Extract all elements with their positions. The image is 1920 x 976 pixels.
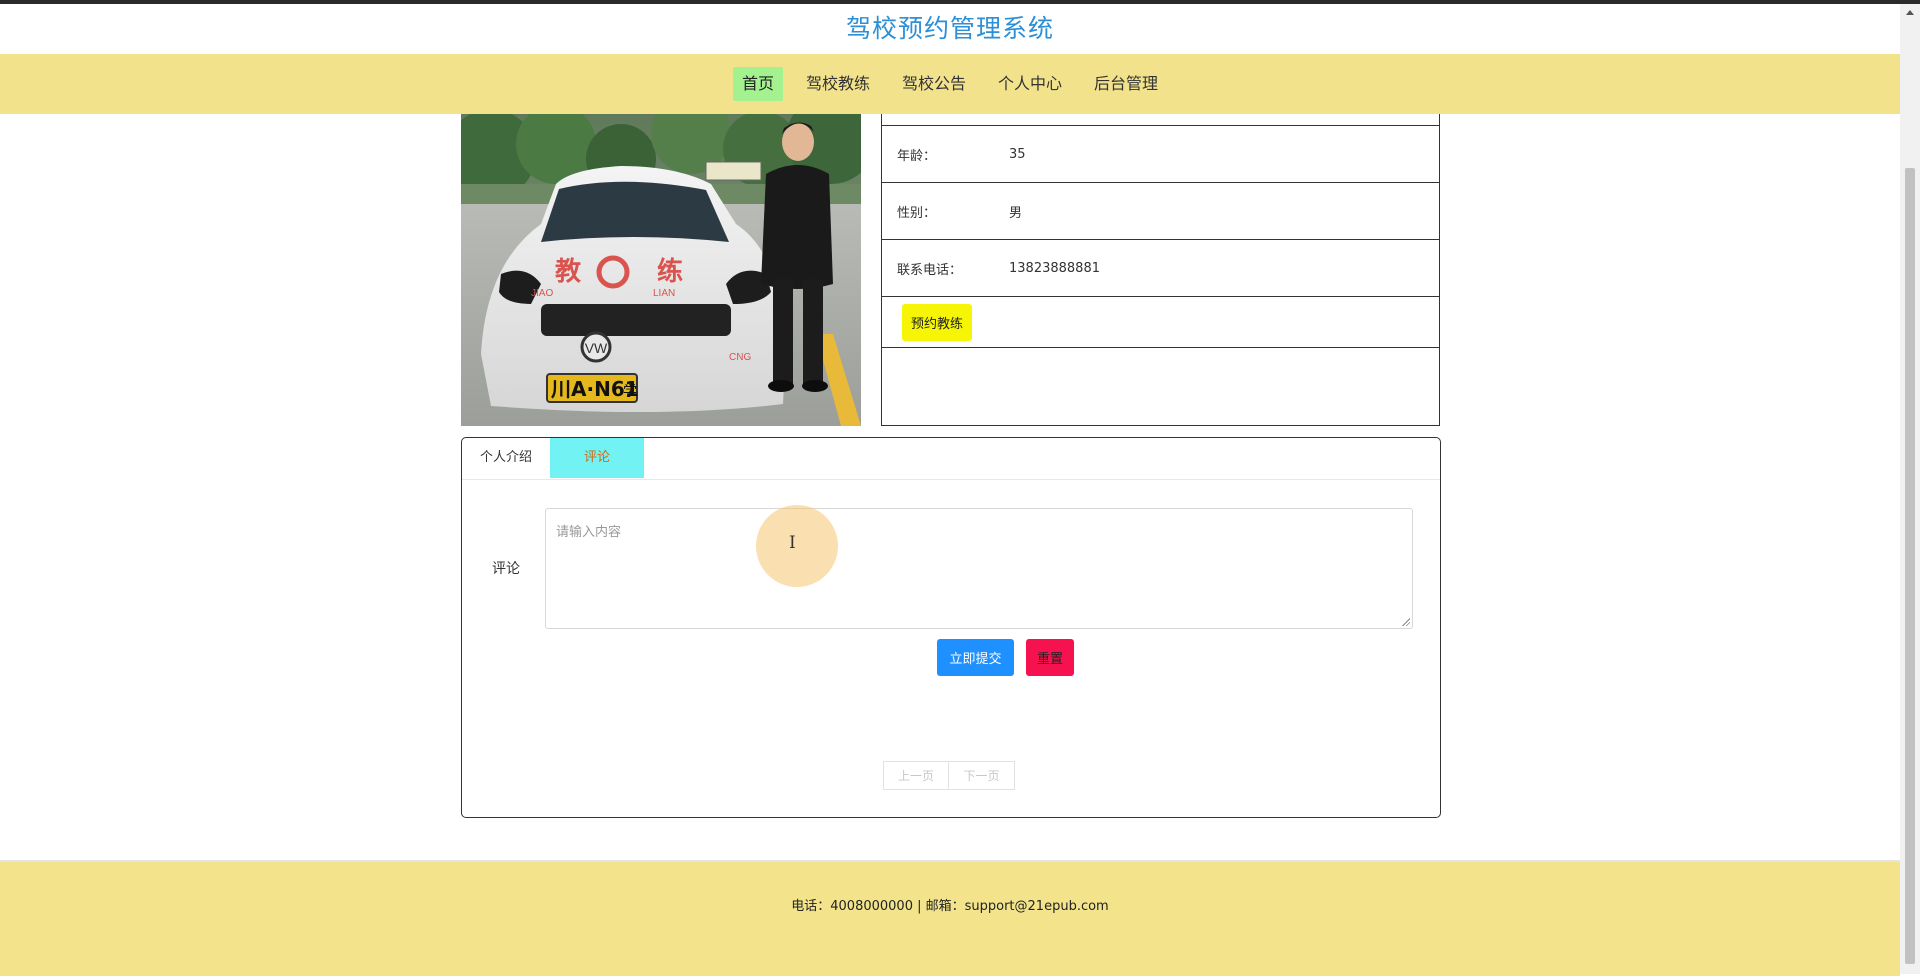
nav-item-home[interactable]: 首页 bbox=[732, 67, 783, 101]
gender-value: 男 bbox=[1009, 205, 1023, 221]
footer-contact: 电话：4008000000 | 邮箱：support@21epub.com bbox=[791, 899, 1109, 914]
site-title: 驾校预约管理系统 bbox=[845, 14, 1054, 43]
phone-label: 联系电话： bbox=[897, 262, 963, 278]
comment-label: 评论 bbox=[492, 561, 520, 577]
nav-item-admin[interactable]: 后台管理 bbox=[1085, 67, 1167, 101]
info-row-age: 年龄： 35 bbox=[882, 126, 1439, 183]
svg-text:学: 学 bbox=[623, 384, 637, 400]
click-highlight bbox=[756, 505, 838, 587]
coach-photo: VW 教 练 JIAO LIAN CNG 川A·N61 学 bbox=[461, 114, 861, 426]
tab-comments[interactable]: 评论 bbox=[550, 438, 645, 478]
reset-button[interactable]: 重置 bbox=[1026, 639, 1074, 676]
svg-text:CNG: CNG bbox=[729, 352, 751, 363]
book-coach-button[interactable]: 预约教练 bbox=[902, 303, 973, 341]
age-label: 年龄： bbox=[897, 148, 937, 164]
nav-item-coaches[interactable]: 驾校教练 bbox=[797, 67, 879, 101]
text-cursor-icon: I bbox=[789, 533, 796, 553]
comment-textarea[interactable]: 请输入内容 I bbox=[545, 505, 1413, 629]
resize-handle-icon[interactable] bbox=[1402, 618, 1410, 626]
tabs-panel: 个人介绍 评论 评论 请输入内容 I 立即提交 重置 上一页 下一页 bbox=[461, 437, 1441, 818]
coach-info-table: 年龄： 35 性别： 男 联系电话： 13823888881 预约教练 bbox=[881, 114, 1440, 426]
tab-introduction[interactable]: 个人介绍 bbox=[462, 438, 550, 478]
site-header: 驾校预约管理系统 bbox=[0, 4, 1900, 54]
scrollbar-thumb[interactable] bbox=[1905, 168, 1915, 964]
comment-placeholder: 请输入内容 bbox=[556, 525, 622, 540]
nav-item-announcements[interactable]: 驾校公告 bbox=[893, 67, 975, 101]
svg-text:练: 练 bbox=[657, 256, 683, 287]
svg-text:VW: VW bbox=[585, 340, 608, 356]
prev-page-button[interactable]: 上一页 bbox=[883, 761, 949, 790]
next-page-button[interactable]: 下一页 bbox=[949, 761, 1015, 790]
nav-item-personal-center[interactable]: 个人中心 bbox=[989, 67, 1071, 101]
svg-text:JIAO: JIAO bbox=[531, 288, 553, 299]
info-row-book: 预约教练 bbox=[882, 297, 1439, 348]
phone-value: 13823888881 bbox=[1009, 260, 1100, 276]
info-row-gender: 性别： 男 bbox=[882, 183, 1439, 240]
submit-button[interactable]: 立即提交 bbox=[937, 639, 1014, 676]
vertical-scrollbar[interactable] bbox=[1900, 4, 1920, 974]
svg-text:教: 教 bbox=[555, 257, 581, 287]
site-footer: 电话：4008000000 | 邮箱：support@21epub.com bbox=[0, 860, 1900, 976]
pagination: 上一页 下一页 bbox=[883, 761, 1015, 790]
svg-text:LIAN: LIAN bbox=[653, 288, 675, 299]
main-nav: 首页 驾校教练 驾校公告 个人中心 后台管理 bbox=[0, 54, 1900, 114]
tabs-header: 个人介绍 评论 bbox=[462, 438, 1440, 480]
scroll-up-arrow-icon[interactable] bbox=[1906, 10, 1914, 15]
info-row-phone: 联系电话： 13823888881 bbox=[882, 240, 1439, 297]
age-value: 35 bbox=[1009, 146, 1026, 162]
gender-label: 性别： bbox=[897, 205, 937, 221]
info-row-top bbox=[882, 114, 1439, 126]
